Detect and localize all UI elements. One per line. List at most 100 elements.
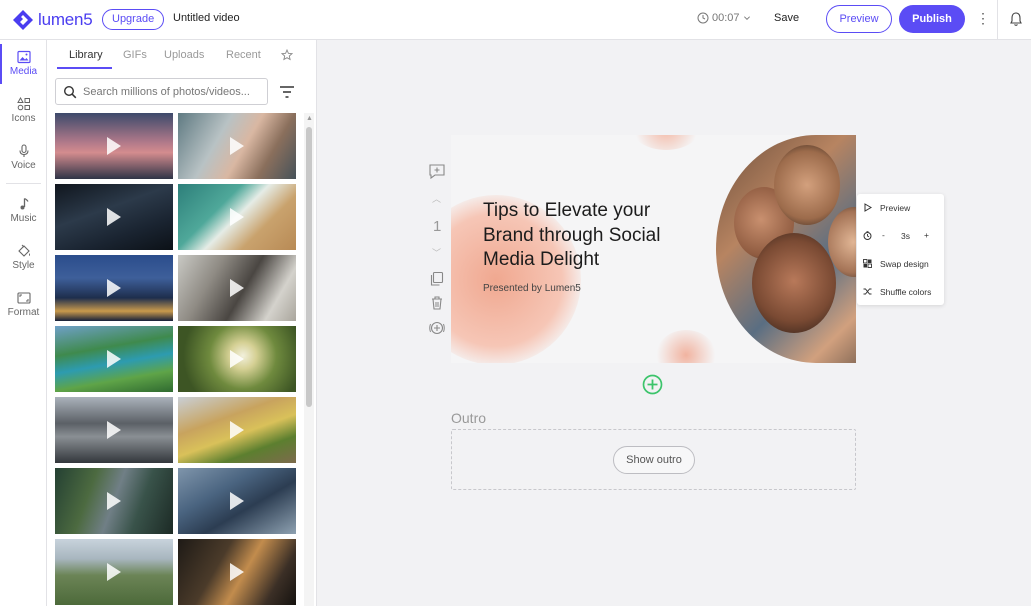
move-up-icon[interactable]: ︿ — [432, 192, 441, 205]
rail-label-media: Media — [9, 66, 38, 77]
media-panel: Library GIFs Uploads Recent ▲ — [47, 40, 317, 606]
menu-item-swap-design[interactable]: Swap design — [857, 250, 944, 277]
tab-gifs[interactable]: GIFs — [123, 49, 147, 61]
music-note-icon — [20, 197, 29, 210]
media-grid — [55, 113, 297, 606]
menu-item-duration: - 3s + — [857, 222, 944, 249]
duration-increase-button[interactable]: + — [924, 230, 929, 240]
menu-item-label: Shuffle colors — [880, 287, 932, 297]
save-button[interactable]: Save — [774, 12, 799, 24]
play-icon — [230, 421, 244, 439]
media-thumbnail[interactable] — [55, 113, 173, 179]
photo-person — [774, 145, 840, 225]
rail-item-icons[interactable]: Icons — [0, 97, 47, 124]
media-thumbnail[interactable] — [55, 326, 173, 392]
menu-item-shuffle-colors[interactable]: Shuffle colors — [857, 278, 944, 305]
rail-item-media[interactable]: Media — [0, 44, 47, 84]
rail-label-style: Style — [12, 260, 35, 271]
slide-background-photo[interactable] — [716, 135, 856, 363]
clock-icon — [697, 12, 709, 24]
media-thumbnail[interactable] — [178, 397, 296, 463]
play-icon — [107, 137, 121, 155]
slide-canvas[interactable]: Tips to Elevate your Brand through Socia… — [451, 135, 856, 363]
upgrade-button[interactable]: Upgrade — [102, 9, 165, 30]
media-scrollbar[interactable]: ▲ — [304, 113, 314, 606]
slide-title[interactable]: Tips to Elevate your Brand through Socia… — [483, 199, 703, 273]
play-icon — [230, 208, 244, 226]
play-icon — [230, 279, 244, 297]
media-thumbnail[interactable] — [178, 113, 296, 179]
preview-button[interactable]: Preview — [826, 5, 892, 33]
search-icon — [63, 85, 77, 99]
duration-value: 3s — [901, 231, 910, 241]
media-thumbnail[interactable] — [55, 468, 173, 534]
rail-item-style[interactable]: Style — [0, 244, 47, 271]
duration-dropdown[interactable]: 00:07 — [697, 12, 751, 24]
add-text-icon[interactable] — [428, 163, 446, 181]
active-tab-indicator — [57, 67, 112, 69]
duplicate-icon[interactable] — [428, 270, 446, 288]
header-divider — [997, 0, 998, 40]
show-outro-button[interactable]: Show outro — [613, 446, 695, 474]
play-icon — [107, 279, 121, 297]
menu-item-label: Swap design — [880, 259, 929, 269]
outro-dropzone: Show outro — [451, 429, 856, 490]
rail-item-music[interactable]: Music — [0, 197, 47, 224]
media-thumbnail[interactable] — [55, 397, 173, 463]
lumen5-diamond-icon — [13, 10, 33, 30]
tab-library[interactable]: Library — [69, 49, 103, 61]
slide-number: 1 — [433, 218, 442, 235]
media-thumbnail[interactable] — [55, 184, 173, 250]
video-title[interactable]: Untitled video — [173, 12, 240, 24]
rail-label-voice: Voice — [11, 160, 36, 171]
add-scene-icon[interactable] — [642, 374, 663, 395]
media-thumbnail[interactable] — [178, 539, 296, 605]
rail-label-music: Music — [10, 213, 37, 224]
media-thumbnail[interactable] — [178, 255, 296, 321]
media-thumbnail[interactable] — [55, 255, 173, 321]
menu-item-preview[interactable]: Preview — [857, 194, 944, 221]
play-icon — [230, 350, 244, 368]
insert-slide-icon[interactable] — [428, 319, 446, 337]
play-icon — [230, 563, 244, 581]
play-icon — [107, 350, 121, 368]
tool-rail: Media Icons Voice Music Style Format — [0, 40, 47, 606]
aspect-ratio-icon — [16, 292, 31, 304]
media-search-input[interactable] — [83, 83, 263, 101]
publish-button[interactable]: Publish — [899, 5, 965, 33]
photo-person — [752, 233, 836, 333]
scrollbar-thumb[interactable] — [306, 127, 312, 407]
play-icon — [107, 492, 121, 510]
more-options-icon[interactable]: ⋮ — [976, 11, 990, 25]
filter-icon[interactable] — [279, 85, 295, 99]
tab-uploads[interactable]: Uploads — [164, 49, 204, 61]
rail-item-voice[interactable]: Voice — [0, 144, 47, 171]
rail-item-format[interactable]: Format — [0, 291, 47, 318]
lumen5-logo[interactable]: lumen5 — [12, 9, 93, 31]
outro-label: Outro — [451, 410, 487, 426]
star-icon[interactable] — [281, 49, 293, 61]
media-thumbnail[interactable] — [178, 326, 296, 392]
bell-icon[interactable] — [1008, 11, 1024, 27]
image-icon — [16, 50, 31, 64]
move-down-icon[interactable]: ﹀ — [432, 246, 441, 259]
rail-label-icons: Icons — [11, 113, 36, 124]
play-icon — [230, 137, 244, 155]
scroll-up-icon[interactable]: ▲ — [306, 115, 313, 122]
play-icon — [107, 563, 121, 581]
play-icon — [864, 203, 872, 212]
media-thumbnail[interactable] — [178, 184, 296, 250]
play-icon — [107, 208, 121, 226]
tab-recent[interactable]: Recent — [226, 49, 261, 61]
media-thumbnail[interactable] — [178, 468, 296, 534]
media-thumbnail[interactable] — [55, 539, 173, 605]
duration-decrease-button[interactable]: - — [882, 230, 885, 240]
trash-icon[interactable] — [428, 294, 446, 312]
menu-item-label: Preview — [880, 203, 911, 213]
layout-icon — [863, 259, 872, 268]
slide-subtitle[interactable]: Presented by Lumen5 — [483, 283, 581, 294]
duration-value: 00:07 — [712, 12, 740, 24]
play-icon — [107, 421, 121, 439]
logo-text: lumen5 — [38, 10, 93, 29]
shapes-icon — [16, 97, 30, 111]
